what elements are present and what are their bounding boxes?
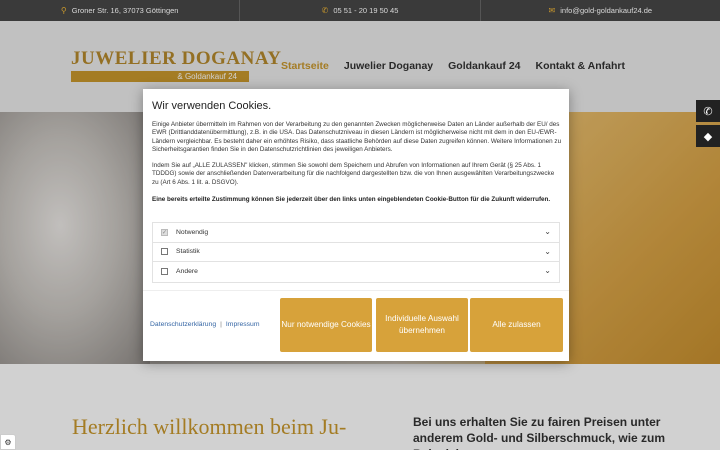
cookie-footer-links: Datenschutzerklärung | Impressum [150, 321, 260, 328]
category-label: Statistik [176, 248, 200, 256]
contact-topbar: ⚲ Groner Str. 16, 37073 Göttingen ✆ 05 5… [0, 0, 720, 21]
category-statistik[interactable]: Statistik ⌄ [153, 243, 559, 262]
envelope-icon: ✉ [548, 6, 556, 15]
link-separator: | [220, 321, 222, 328]
cookie-text-consent: Indem Sie auf „ALLE ZULASSEN" klicken, s… [152, 162, 555, 186]
cookie-title: Wir verwenden Cookies. [152, 100, 272, 112]
phone-text: 05 51 - 20 19 50 45 [333, 6, 399, 15]
cookie-text-transfer: Einige Anbieter übermitteln im Rahmen vo… [152, 121, 562, 154]
gear-icon: ⚙ [4, 437, 12, 447]
accept-all-button[interactable]: Alle zulassen [470, 298, 563, 352]
side-phone-button[interactable]: ✆ [696, 100, 720, 122]
email-item[interactable]: ✉ info@gold-goldankauf24.de [481, 0, 720, 21]
individual-selection-button[interactable]: Individuelle Auswahl übernehmen [376, 298, 468, 352]
phone-item[interactable]: ✆ 05 51 - 20 19 50 45 [240, 0, 481, 21]
cookie-categories: ✓ Notwendig ⌄ Statistik ⌄ Andere ⌄ [152, 222, 560, 283]
cookie-text-revoke: Eine bereits erteilte Zustimmung können … [152, 196, 551, 203]
cookie-dialog: Wir verwenden Cookies. Einige Anbieter ü… [143, 89, 569, 361]
category-label: Notwendig [176, 228, 209, 236]
map-pin-icon: ⚲ [60, 6, 67, 15]
checkbox-andere[interactable] [161, 268, 168, 276]
category-notwendig[interactable]: ✓ Notwendig ⌄ [153, 223, 559, 243]
side-directions-button[interactable]: ◆ [696, 125, 720, 147]
divider [143, 290, 569, 291]
diamond-icon: ◆ [703, 130, 713, 143]
category-label: Andere [176, 268, 198, 276]
chevron-down-icon[interactable]: ⌄ [544, 227, 551, 236]
chevron-down-icon[interactable]: ⌄ [544, 247, 551, 256]
address-item[interactable]: ⚲ Groner Str. 16, 37073 Göttingen [0, 0, 241, 21]
privacy-policy-link[interactable]: Datenschutzerklärung [150, 321, 216, 328]
address-text: Groner Str. 16, 37073 Göttingen [71, 6, 179, 15]
phone-icon: ✆ [703, 105, 713, 118]
cookie-settings-button[interactable]: ⚙ [0, 434, 16, 450]
checkbox-notwendig: ✓ [161, 228, 168, 236]
category-andere[interactable]: Andere ⌄ [153, 262, 559, 282]
chevron-down-icon[interactable]: ⌄ [544, 266, 551, 275]
necessary-cookies-button[interactable]: Nur notwendige Cookies [280, 298, 372, 352]
imprint-link[interactable]: Impressum [226, 321, 260, 328]
email-text: info@gold-goldankauf24.de [560, 6, 653, 15]
phone-icon: ✆ [321, 6, 329, 15]
checkbox-statistik[interactable] [161, 248, 168, 256]
